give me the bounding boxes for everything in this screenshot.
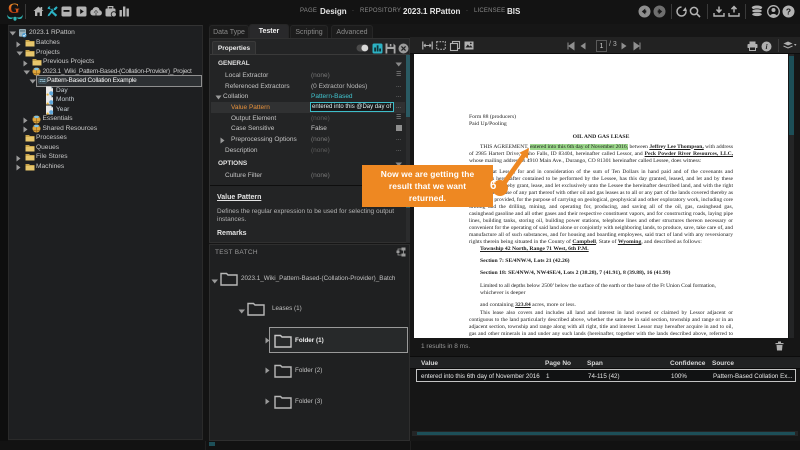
- svg-text:?: ?: [786, 6, 791, 16]
